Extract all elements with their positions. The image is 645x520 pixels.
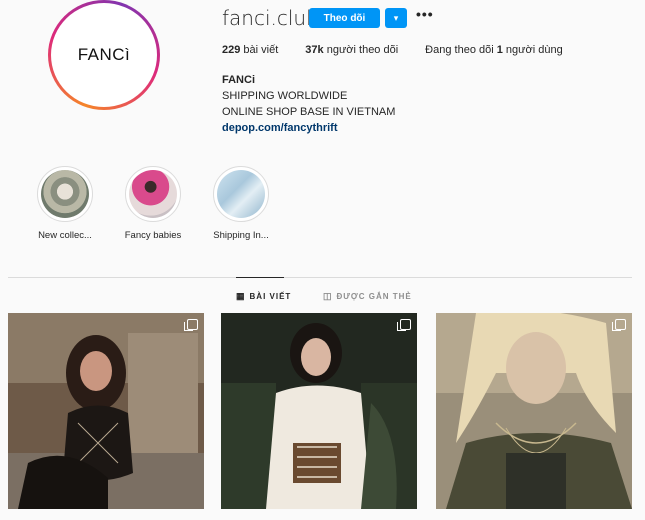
highlight-cover-image: [217, 170, 265, 218]
highlight-cover-image: [129, 170, 177, 218]
followers-label: người theo dõi: [326, 44, 399, 56]
highlight-label: Shipping In...: [213, 230, 269, 241]
highlight-ring: [213, 166, 269, 222]
active-tab-indicator: [236, 277, 284, 278]
bio-line: SHIPPING WORLDWIDE: [222, 90, 348, 102]
carousel-icon: [397, 319, 411, 331]
posts-count: 229: [222, 44, 241, 56]
post-photo: [221, 313, 417, 509]
highlight-new-collection[interactable]: New collec...: [25, 166, 105, 241]
profile-username: fanci.club: [222, 6, 319, 30]
highlight-ring: [125, 166, 181, 222]
avatar-logo-text: FANCì: [77, 45, 131, 64]
tab-posts-label: BÀI VIẾT: [249, 292, 292, 301]
suggested-dropdown-button[interactable]: ▾: [385, 8, 407, 28]
more-options-icon[interactable]: •••: [416, 6, 434, 22]
post-photo: [436, 313, 632, 509]
carousel-icon: [184, 319, 198, 331]
highlight-label: Fancy babies: [124, 230, 182, 241]
posts-stat: 229 bài viết: [222, 44, 278, 56]
following-count: 1: [496, 44, 503, 56]
post-thumbnail[interactable]: [8, 313, 204, 509]
following-stat[interactable]: Đang theo dõi 1 người dùng: [425, 44, 563, 56]
followers-count: 37k: [305, 44, 324, 56]
highlight-cover-image: [41, 170, 89, 218]
avatar-inner: FANCì: [51, 3, 157, 107]
highlight-ring: [37, 166, 93, 222]
following-prefix: Đang theo dõi: [425, 44, 494, 56]
posts-label: bài viết: [243, 44, 279, 56]
followers-stat[interactable]: 37k người theo dõi: [305, 44, 398, 56]
carousel-icon: [612, 319, 626, 331]
profile-avatar[interactable]: FANCì: [48, 0, 160, 110]
tab-tagged-label: ĐƯỢC GẮN THẺ: [336, 292, 412, 301]
tab-posts[interactable]: ▦ BÀI VIẾT: [236, 291, 291, 302]
chevron-down-icon: ▾: [393, 13, 399, 23]
profile-bio: FANCi SHIPPING WORLDWIDE ONLINE SHOP BAS…: [222, 72, 395, 136]
highlight-fancy-babies[interactable]: Fancy babies: [113, 166, 193, 241]
tagged-icon: ◫: [323, 291, 333, 301]
profile-stats: 229 bài viết 37k người theo dõi Đang the…: [222, 44, 590, 56]
bio-link[interactable]: depop.com/fancythrift: [222, 120, 395, 136]
highlight-shipping-info[interactable]: Shipping In...: [201, 166, 281, 241]
post-thumbnail[interactable]: [221, 313, 417, 509]
grid-icon: ▦: [236, 291, 246, 301]
highlight-label: New collec...: [38, 230, 92, 241]
post-thumbnail[interactable]: [436, 313, 632, 509]
tab-tagged[interactable]: ◫ ĐƯỢC GẮN THẺ: [323, 291, 412, 302]
bio-line: ONLINE SHOP BASE IN VIETNAM: [222, 106, 396, 118]
following-suffix: người dùng: [505, 44, 563, 56]
tabs-divider: [8, 277, 632, 278]
post-photo: [8, 313, 204, 509]
bio-name: FANCi: [222, 74, 255, 86]
follow-button[interactable]: Theo dõi: [309, 8, 380, 28]
